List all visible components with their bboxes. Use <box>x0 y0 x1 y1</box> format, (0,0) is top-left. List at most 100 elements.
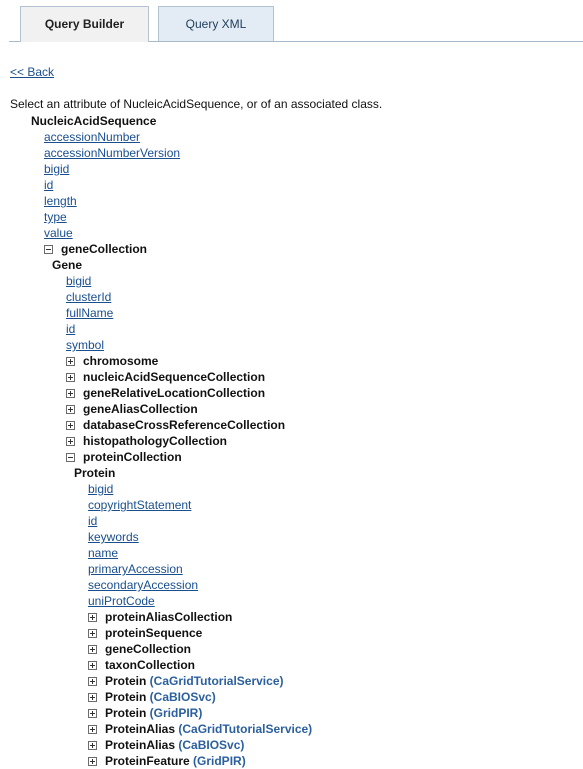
attribute-item: bigid <box>88 481 113 497</box>
attribute-link[interactable]: clusterId <box>66 290 111 304</box>
attribute-link[interactable]: accessionNumber <box>44 130 140 144</box>
attribute-item: id <box>66 321 75 337</box>
attribute-link[interactable]: symbol <box>66 338 104 352</box>
attribute-link[interactable]: copyrightStatement <box>88 498 191 512</box>
association-label[interactable]: ProteinFeature <box>105 754 190 768</box>
association-label[interactable]: Protein <box>105 690 146 704</box>
tab-query-builder[interactable]: Query Builder <box>20 6 149 42</box>
association-node: geneRelativeLocationCollection <box>66 385 265 401</box>
expand-icon[interactable] <box>66 437 75 446</box>
attribute-link[interactable]: primaryAccession <box>88 562 183 576</box>
tab-query-xml[interactable]: Query XML <box>158 6 274 41</box>
expand-icon[interactable] <box>88 645 97 654</box>
association-label[interactable]: databaseCrossReferenceCollection <box>83 418 285 432</box>
service-label: (GridPIR) <box>146 706 203 720</box>
association-node: ProteinAlias (CaBIOSvc) <box>88 737 244 753</box>
attribute-item: length <box>44 193 77 209</box>
class-node: Protein <box>74 465 115 481</box>
protein-class-name: Protein <box>74 466 116 480</box>
association-node: chromosome <box>66 353 158 369</box>
association-label[interactable]: proteinCollection <box>83 450 182 464</box>
attribute-item: keywords <box>88 529 139 545</box>
association-node: Protein (CaGridTutorialService) <box>88 673 284 689</box>
association-node: proteinAliasCollection <box>88 609 232 625</box>
association-label[interactable]: proteinAliasCollection <box>105 610 232 624</box>
attribute-item: fullName <box>66 305 113 321</box>
attribute-link[interactable]: bigid <box>44 162 69 176</box>
expand-icon[interactable] <box>66 389 75 398</box>
attribute-link[interactable]: length <box>44 194 77 208</box>
attribute-item: accessionNumberVersion <box>44 145 180 161</box>
expand-icon[interactable] <box>88 613 97 622</box>
collapse-icon[interactable] <box>44 245 53 254</box>
service-label: (GridPIR) <box>189 754 246 768</box>
expand-icon[interactable] <box>88 661 97 670</box>
attribute-link[interactable]: accessionNumberVersion <box>44 146 180 160</box>
association-label[interactable]: Protein <box>105 706 146 720</box>
collapse-icon[interactable] <box>66 453 75 462</box>
association-label[interactable]: geneRelativeLocationCollection <box>83 386 265 400</box>
service-label: (CaGridTutorialService) <box>146 674 284 688</box>
association-node: databaseCrossReferenceCollection <box>66 417 285 433</box>
expand-icon[interactable] <box>88 709 97 718</box>
association-node: geneAliasCollection <box>66 401 198 417</box>
association-node: histopathologyCollection <box>66 433 227 449</box>
service-label: (CaGridTutorialService) <box>175 722 313 736</box>
attribute-link[interactable]: type <box>44 210 67 224</box>
association-node: nucleicAcidSequenceCollection <box>66 369 265 385</box>
expand-icon[interactable] <box>66 405 75 414</box>
association-label[interactable]: taxonCollection <box>105 658 195 672</box>
expand-icon[interactable] <box>88 725 97 734</box>
association-label[interactable]: proteinSequence <box>105 626 202 640</box>
attribute-link[interactable]: id <box>44 178 53 192</box>
attribute-link[interactable]: secondaryAccession <box>88 578 198 592</box>
attribute-item: secondaryAccession <box>88 577 198 593</box>
attribute-link[interactable]: name <box>88 546 118 560</box>
attribute-link[interactable]: uniProtCode <box>88 594 155 608</box>
attribute-link[interactable]: fullName <box>66 306 113 320</box>
association-label[interactable]: geneCollection <box>105 642 191 656</box>
association-node: geneCollection <box>44 241 147 257</box>
association-label[interactable]: histopathologyCollection <box>83 434 227 448</box>
attribute-link[interactable]: keywords <box>88 530 139 544</box>
attribute-link[interactable]: id <box>66 322 75 336</box>
attribute-link[interactable]: value <box>44 226 73 240</box>
attribute-link[interactable]: bigid <box>66 274 91 288</box>
association-label[interactable]: geneAliasCollection <box>83 402 198 416</box>
attribute-item: clusterId <box>66 289 111 305</box>
expand-icon[interactable] <box>66 373 75 382</box>
attribute-item: primaryAccession <box>88 561 183 577</box>
expand-icon[interactable] <box>88 693 97 702</box>
root-class-name: NucleicAcidSequence <box>31 114 157 128</box>
expand-icon[interactable] <box>88 741 97 750</box>
instruction-text: Select an attribute of NucleicAcidSequen… <box>10 97 383 111</box>
expand-icon[interactable] <box>88 677 97 686</box>
service-label: (CaBIOSvc) <box>175 738 245 752</box>
class-node: NucleicAcidSequence <box>31 113 156 129</box>
attribute-item: uniProtCode <box>88 593 155 609</box>
back-link[interactable]: << Back <box>10 65 54 79</box>
association-label[interactable]: chromosome <box>83 354 158 368</box>
attribute-item: symbol <box>66 337 104 353</box>
association-node: ProteinFeature (GridPIR) <box>88 753 246 769</box>
expand-icon[interactable] <box>66 357 75 366</box>
attribute-item: name <box>88 545 118 561</box>
expand-icon[interactable] <box>88 629 97 638</box>
association-node: Protein (GridPIR) <box>88 705 202 721</box>
association-node: ProteinAlias (CaGridTutorialService) <box>88 721 312 737</box>
association-label[interactable]: geneCollection <box>61 242 147 256</box>
association-node: proteinCollection <box>66 449 182 465</box>
expand-icon[interactable] <box>66 421 75 430</box>
attribute-item: type <box>44 209 67 225</box>
association-label[interactable]: ProteinAlias <box>105 738 175 752</box>
attribute-item: id <box>88 513 97 529</box>
gene-class-name: Gene <box>52 258 83 272</box>
association-label[interactable]: nucleicAcidSequenceCollection <box>83 370 265 384</box>
attribute-link[interactable]: bigid <box>88 482 113 496</box>
attribute-link[interactable]: id <box>88 514 97 528</box>
attribute-item: id <box>44 177 53 193</box>
association-label[interactable]: Protein <box>105 674 146 688</box>
service-label: (CaBIOSvc) <box>146 690 216 704</box>
association-node: taxonCollection <box>88 657 195 673</box>
association-label[interactable]: ProteinAlias <box>105 722 175 736</box>
